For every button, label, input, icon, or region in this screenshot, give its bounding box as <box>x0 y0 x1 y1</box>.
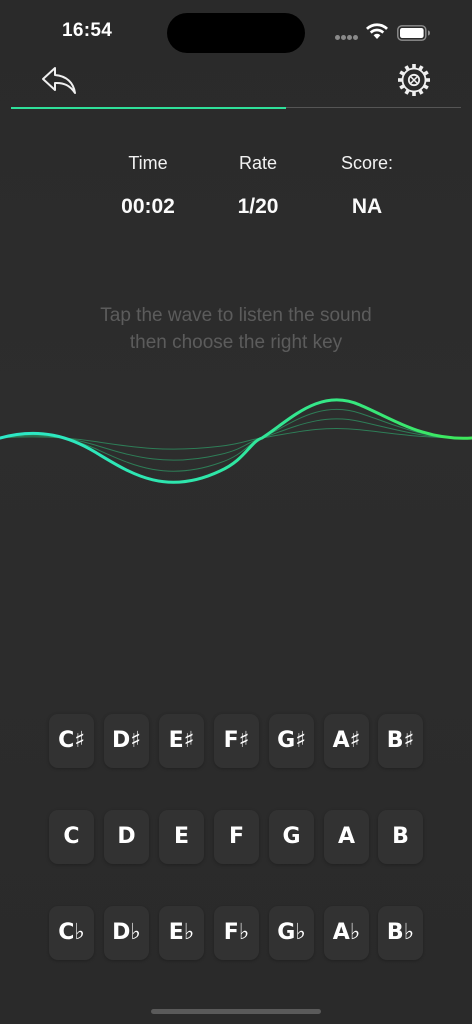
key-button-a[interactable]: A <box>324 810 369 864</box>
instruction-line-1: Tap the wave to listen the sound <box>100 305 372 326</box>
key-button-d-sharp[interactable]: D♯ <box>104 714 149 768</box>
gear-icon[interactable] <box>396 62 432 98</box>
key-button-e[interactable]: E <box>159 810 204 864</box>
stat-score: Score: NA <box>307 150 427 220</box>
key-button-f-flat[interactable]: F♭ <box>214 906 259 960</box>
key-button-c[interactable]: C <box>49 810 94 864</box>
key-button-f[interactable]: F <box>214 810 259 864</box>
stat-time-value: 00:02 <box>121 195 175 218</box>
key-button-a-sharp[interactable]: A♯ <box>324 714 369 768</box>
status-bar: 16:54 <box>0 0 472 60</box>
stat-score-label: Score: <box>340 153 394 173</box>
dynamic-island <box>167 13 305 53</box>
cellular-signal-icon <box>335 35 359 41</box>
key-button-b-sharp[interactable]: B♯ <box>378 714 423 768</box>
stat-time: Time 00:02 <box>88 150 208 220</box>
key-button-c-sharp[interactable]: C♯ <box>49 714 94 768</box>
wifi-icon <box>366 23 388 39</box>
sound-wave[interactable] <box>0 380 472 500</box>
stat-time-label: Time <box>128 153 168 173</box>
key-button-e-flat[interactable]: E♭ <box>159 906 204 960</box>
key-button-b-flat[interactable]: B♭ <box>378 906 423 960</box>
progress-bar-fill <box>11 106 286 109</box>
key-button-e-sharp[interactable]: E♯ <box>159 714 204 768</box>
nav-bar <box>0 60 472 104</box>
key-button-d[interactable]: D <box>104 810 149 864</box>
stat-rate-value: 1/20 <box>237 195 279 218</box>
home-indicator <box>151 1009 321 1014</box>
key-button-f-sharp[interactable]: F♯ <box>214 714 259 768</box>
stat-rate-label: Rate <box>238 153 278 173</box>
key-button-b[interactable]: B <box>378 810 423 864</box>
reply-arrow-icon[interactable] <box>40 64 78 96</box>
stat-score-value: NA <box>351 195 383 218</box>
key-button-g-flat[interactable]: G♭ <box>269 906 314 960</box>
progress-bar <box>11 106 461 109</box>
key-button-d-flat[interactable]: D♭ <box>104 906 149 960</box>
key-button-c-flat[interactable]: C♭ <box>49 906 94 960</box>
key-button-a-flat[interactable]: A♭ <box>324 906 369 960</box>
stat-rate: Rate 1/20 <box>198 150 318 220</box>
key-button-g-sharp[interactable]: G♯ <box>269 714 314 768</box>
instruction-line-2: then choose the right key <box>129 332 343 353</box>
instruction-text: Tap the wave to listen the sound then ch… <box>0 302 472 356</box>
key-button-g[interactable]: G <box>269 810 314 864</box>
battery-icon <box>397 25 430 41</box>
status-time: 16:54 <box>62 20 113 41</box>
